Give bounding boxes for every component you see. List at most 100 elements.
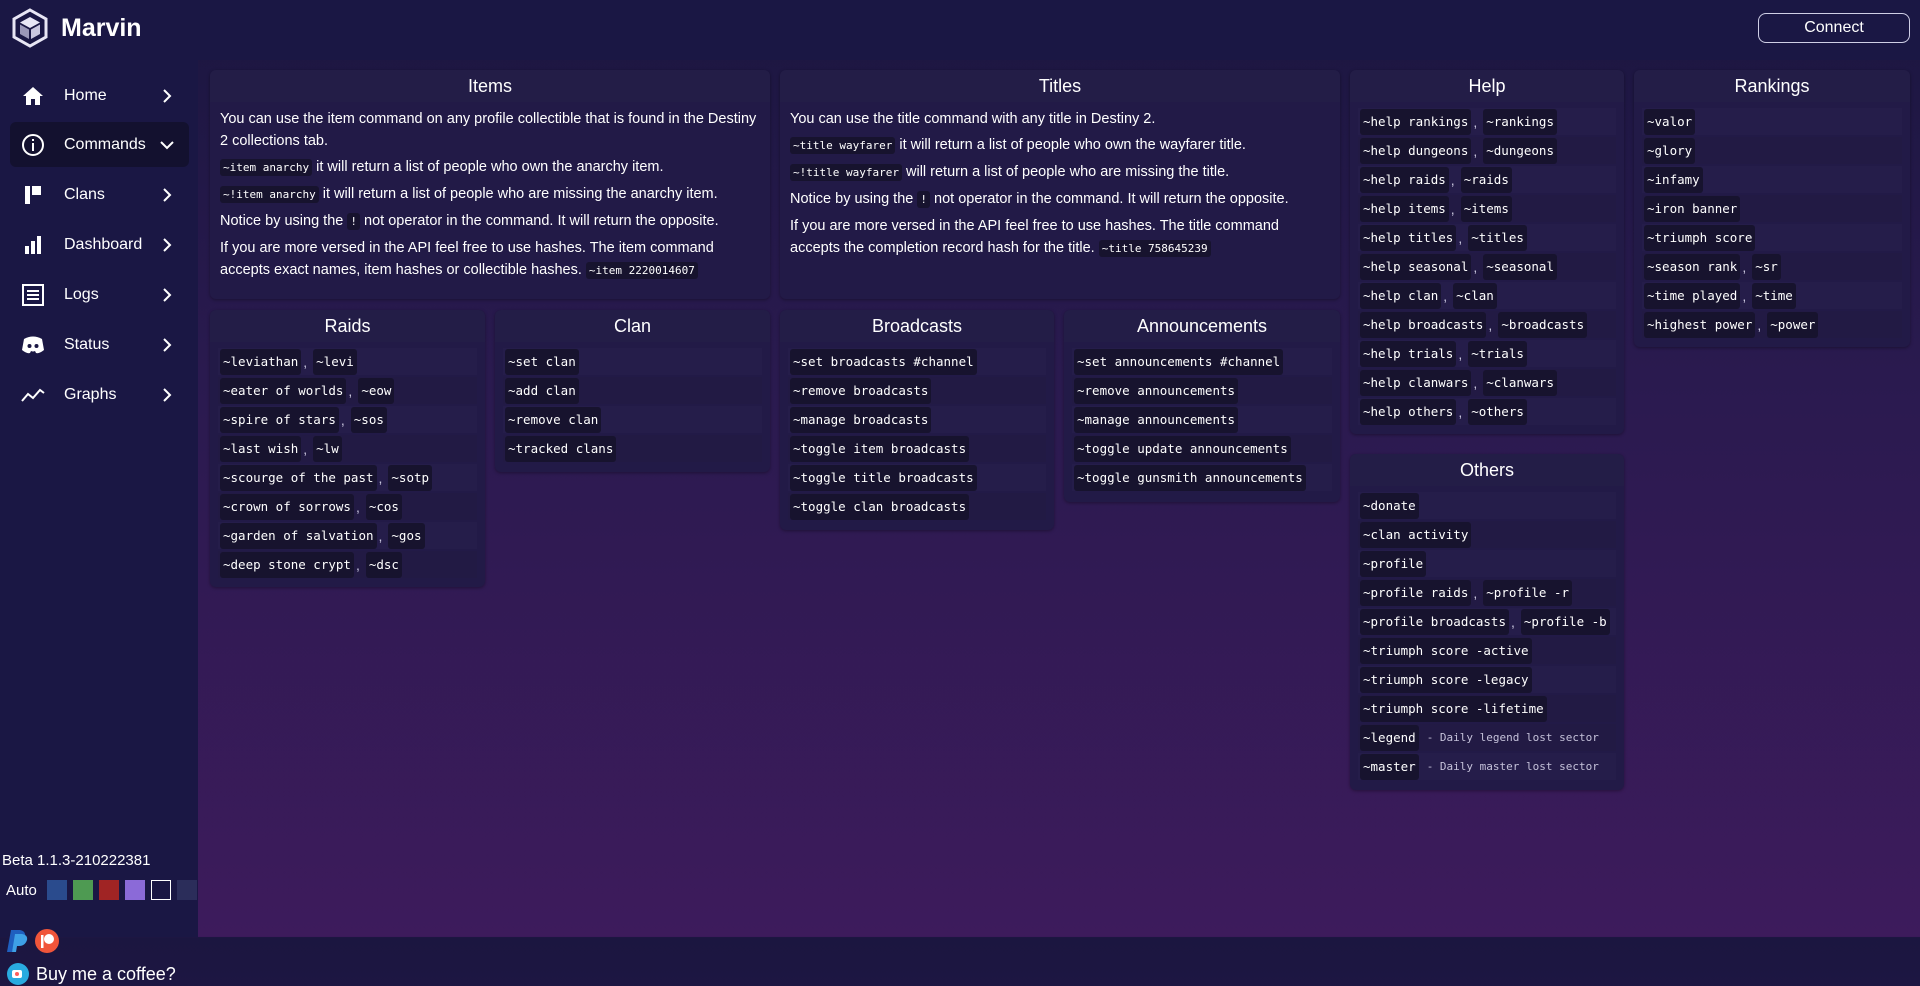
command-code: ~levi bbox=[313, 348, 357, 375]
separator: , bbox=[1473, 142, 1478, 159]
raids-command-list: ~leviathan, ~levi ~eater of worlds, ~eow ~sp… bbox=[210, 342, 485, 586]
command-code: ~manage announcements bbox=[1074, 406, 1239, 433]
theme-swatch-blue[interactable] bbox=[46, 880, 67, 900]
sidebar-item-clans[interactable]: Clans bbox=[10, 172, 189, 217]
titles-hash-note: If you are more versed in the API feel f… bbox=[790, 218, 1279, 257]
separator: , bbox=[1450, 200, 1455, 217]
command-code: ~legend bbox=[1360, 724, 1419, 751]
list-item: ~profile broadcasts, ~profile -b bbox=[1358, 608, 1616, 635]
raids-card: Raids ~leviathan, ~levi ~eater of worlds, ~… bbox=[210, 310, 485, 587]
buy-me-a-coffee-link[interactable]: Buy me a coffee? bbox=[6, 962, 176, 986]
list-item: ~remove clan bbox=[503, 406, 762, 433]
line-graph-icon bbox=[20, 382, 46, 408]
command-code: ~toggle update announcements bbox=[1074, 435, 1291, 462]
command-code: ~items bbox=[1460, 195, 1512, 222]
separator: , bbox=[303, 353, 308, 370]
command-description: - Daily legend lost sector bbox=[1426, 730, 1599, 744]
separator: , bbox=[348, 382, 353, 399]
command-code: ~help seasonal bbox=[1360, 253, 1472, 280]
list-item: ~help rankings, ~rankings bbox=[1358, 108, 1616, 135]
command-code: ~title 758645239 bbox=[1098, 240, 1211, 257]
command-code: ~help clan bbox=[1360, 282, 1442, 309]
command-code: ~add clan bbox=[505, 377, 579, 404]
clan-card: Clan ~set clan ~add clan ~remove clan ~trac… bbox=[495, 310, 770, 472]
theme-swatch-red[interactable] bbox=[98, 880, 119, 900]
list-item: ~triumph score -legacy bbox=[1358, 666, 1616, 693]
command-code: ~power bbox=[1767, 311, 1819, 338]
titles-example-2: ~!title wayfarer will return a list of p… bbox=[790, 161, 1330, 184]
theme-swatch-purple[interactable] bbox=[124, 880, 145, 900]
sidebar-item-label: Commands bbox=[64, 135, 146, 153]
list-item: ~help clanwars, ~clanwars bbox=[1358, 369, 1616, 396]
connect-button[interactable]: Connect bbox=[1758, 13, 1910, 43]
info-icon bbox=[20, 132, 46, 158]
separator: , bbox=[1450, 171, 1455, 188]
command-code: ~profile bbox=[1360, 550, 1427, 577]
command-code: ~donate bbox=[1360, 492, 1419, 519]
sidebar-item-graphs[interactable]: Graphs bbox=[10, 372, 189, 417]
sidebar-item-label: Clans bbox=[64, 185, 105, 203]
separator: , bbox=[1473, 584, 1478, 601]
list-item: ~iron banner bbox=[1642, 195, 1902, 222]
separator: , bbox=[1473, 374, 1478, 391]
command-code: ~master bbox=[1360, 753, 1419, 780]
list-item: ~crown of sorrows, ~cos bbox=[218, 493, 477, 520]
command-code: ~help trials bbox=[1360, 340, 1457, 367]
command-code: ~help rankings bbox=[1360, 108, 1472, 135]
separator: , bbox=[1458, 229, 1463, 246]
list-item: ~toggle item broadcasts bbox=[788, 435, 1046, 462]
items-intro: You can use the item command on any prof… bbox=[220, 111, 757, 149]
command-code: ~gos bbox=[388, 522, 425, 549]
command-code: ~dsc bbox=[365, 551, 402, 578]
patreon-icon[interactable] bbox=[34, 928, 60, 954]
list-item: ~add clan bbox=[503, 377, 762, 404]
theme-swatch-dark-selected[interactable] bbox=[150, 880, 171, 900]
command-code: ~remove broadcasts bbox=[790, 377, 932, 404]
chevron-right-icon bbox=[163, 237, 172, 252]
list-item: ~set broadcasts #channel bbox=[788, 348, 1046, 375]
brand[interactable]: Marvin bbox=[10, 8, 142, 48]
list-item: ~time played, ~time bbox=[1642, 282, 1902, 309]
separator: , bbox=[1488, 316, 1493, 333]
command-code: ~infamy bbox=[1644, 166, 1703, 193]
command-code: ~spire of stars bbox=[220, 406, 339, 433]
theme-swatch-green[interactable] bbox=[72, 880, 93, 900]
chevron-right-icon bbox=[163, 287, 172, 302]
list-item: ~toggle title broadcasts bbox=[788, 464, 1046, 491]
command-code: ~toggle clan broadcasts bbox=[790, 493, 970, 520]
sidebar-item-dashboard[interactable]: Dashboard bbox=[10, 222, 189, 267]
list-item: ~help dungeons, ~dungeons bbox=[1358, 137, 1616, 164]
paypal-icon[interactable] bbox=[6, 928, 30, 954]
theme-auto-option[interactable]: Auto bbox=[6, 882, 37, 899]
donate-links bbox=[6, 928, 60, 954]
clan-command-list: ~set clan ~add clan ~remove clan ~tracked c… bbox=[495, 342, 770, 470]
command-code: ~set clan bbox=[505, 348, 579, 375]
list-item: ~scourge of the past, ~sotp bbox=[218, 464, 477, 491]
list-item: ~garden of salvation, ~gos bbox=[218, 522, 477, 549]
command-code: ~season rank bbox=[1644, 253, 1741, 280]
list-item: ~toggle clan broadcasts bbox=[788, 493, 1046, 520]
separator: , bbox=[1458, 403, 1463, 420]
chevron-right-icon bbox=[163, 337, 172, 352]
command-code: ~clanwars bbox=[1483, 369, 1557, 396]
list-item: ~highest power, ~power bbox=[1642, 311, 1902, 338]
sidebar-item-home[interactable]: Home bbox=[10, 73, 189, 118]
command-code: ~sotp bbox=[388, 464, 433, 491]
sidebar-item-commands[interactable]: Commands bbox=[10, 122, 189, 167]
command-code: ~help raids bbox=[1360, 166, 1449, 193]
list-item: ~toggle update announcements bbox=[1072, 435, 1332, 462]
sidebar-item-logs[interactable]: Logs bbox=[10, 272, 189, 317]
command-code: ~triumph score -lifetime bbox=[1360, 695, 1547, 722]
command-code: ~triumph score bbox=[1644, 224, 1756, 251]
theme-swatch-navy[interactable] bbox=[176, 880, 197, 900]
card-title: Items bbox=[210, 70, 770, 102]
chevron-right-icon bbox=[163, 187, 172, 202]
brand-name: Marvin bbox=[61, 13, 142, 42]
command-code: ~help titles bbox=[1360, 224, 1457, 251]
sidebar-item-status[interactable]: Status bbox=[10, 322, 189, 367]
card-title: Raids bbox=[210, 310, 485, 342]
top-bar: Marvin Connect bbox=[0, 0, 1920, 60]
broadcasts-card: Broadcasts ~set broadcasts #channel ~remo… bbox=[780, 310, 1054, 530]
theme-picker: Auto bbox=[6, 880, 203, 900]
command-code: ~!item anarchy bbox=[220, 186, 319, 203]
